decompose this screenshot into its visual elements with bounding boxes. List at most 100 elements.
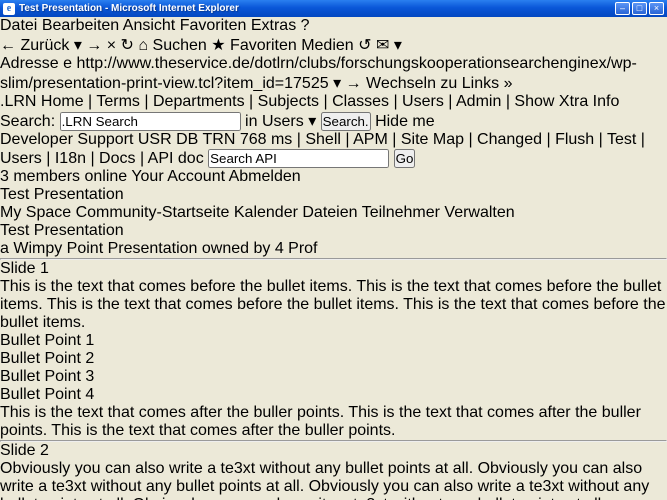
separator: |: [144, 93, 148, 110]
mail-dropdown-icon[interactable]: ▾: [394, 37, 402, 54]
history-button[interactable]: ↺: [358, 37, 371, 54]
scope-value: Users: [262, 113, 304, 130]
bullet-item: Bullet Point 1: [0, 332, 667, 350]
address-field[interactable]: e http://www.theservice.de/dotlrn/clubs/…: [0, 55, 637, 92]
dev-users[interactable]: Users: [0, 150, 42, 167]
menu-help[interactable]: ?: [301, 17, 310, 34]
slide2-title: Slide 2: [0, 442, 667, 460]
search-button[interactable]: Suchen: [153, 37, 212, 54]
logout-link[interactable]: Abmelden: [229, 168, 301, 185]
lrn-navbar: .LRN Home | Terms | Departments | Subjec…: [0, 93, 667, 131]
nav-departments[interactable]: Departments: [153, 93, 245, 110]
members-online: 3 members online: [0, 168, 127, 185]
minimize-button[interactable]: –: [615, 2, 630, 15]
links-menu[interactable]: Links »: [462, 75, 513, 92]
tab-my-space[interactable]: My Space: [0, 204, 71, 221]
separator: |: [468, 131, 472, 148]
back-button[interactable]: ← Zurück ▾: [0, 37, 86, 54]
forward-icon: →: [86, 37, 102, 54]
tab-verwalten[interactable]: Verwalten: [444, 204, 514, 221]
nav-terms[interactable]: Terms: [96, 93, 140, 110]
dev-site-map[interactable]: Site Map: [401, 131, 464, 148]
timing-stat: 768 ms: [240, 131, 292, 148]
owner-link[interactable]: 4 Prof: [275, 240, 318, 257]
bullet-item: Bullet Point 2: [0, 350, 667, 368]
go-label: Wechseln zu: [366, 75, 457, 92]
menu-ansicht[interactable]: Ansicht: [123, 17, 175, 34]
developer-support-label: Developer Support: [0, 131, 133, 148]
bullet-item: Bullet Point 4: [0, 386, 667, 404]
dev-docs[interactable]: Docs: [99, 150, 135, 167]
menu-favoriten[interactable]: Favoriten: [180, 17, 247, 34]
lrn-search-scope-select[interactable]: Users ▾: [262, 113, 321, 130]
dev-changed[interactable]: Changed: [477, 131, 542, 148]
api-go-button[interactable]: Go: [394, 149, 416, 168]
nav-home[interactable]: Home: [41, 93, 84, 110]
hide-me-link[interactable]: Hide me: [375, 113, 435, 130]
address-url[interactable]: http://www.theservice.de/dotlrn/clubs/fo…: [0, 55, 637, 92]
tab-kalender[interactable]: Kalender: [234, 204, 298, 221]
developer-bar: Developer Support USR DB TRN 768 ms | Sh…: [0, 131, 667, 168]
bullet-item: Bullet Point 3: [0, 368, 667, 386]
tab-community-startseite[interactable]: Community-Startseite: [76, 204, 230, 221]
owner-prefix: a Wimpy Point Presentation owned by: [0, 240, 270, 257]
nav-subjects[interactable]: Subjects: [258, 93, 319, 110]
media-button[interactable]: Medien: [301, 37, 358, 54]
separator: |: [323, 93, 327, 110]
dev-shell[interactable]: Shell: [305, 131, 341, 148]
mail-icon: ✉: [376, 37, 389, 54]
dev-api-doc[interactable]: API doc: [148, 150, 204, 167]
title-bar: e Test Presentation - Microsoft Internet…: [0, 0, 667, 17]
tab-teilnehmer[interactable]: Teilnehmer: [362, 204, 440, 221]
separator: |: [140, 150, 144, 167]
separator: |: [506, 93, 510, 110]
slide1-after-text: This is the text that comes after the bu…: [0, 404, 667, 440]
lrn-search-submit[interactable]: Search.: [321, 112, 371, 131]
separator: |: [392, 131, 396, 148]
presentation-panel: Test Presentation a Wimpy Point Presenta…: [0, 222, 667, 500]
separator: |: [297, 131, 301, 148]
address-label: Adresse: [0, 55, 59, 72]
dev-apm[interactable]: APM: [353, 131, 388, 148]
menu-extras[interactable]: Extras: [251, 17, 296, 34]
nav-show-xtra-info[interactable]: Show Xtra Info: [514, 93, 619, 110]
back-icon: ←: [0, 37, 16, 54]
close-button[interactable]: ×: [649, 2, 664, 15]
slide2-text: Obviously you can also write a te3xt wit…: [0, 460, 667, 500]
dev-flush[interactable]: Flush: [555, 131, 594, 148]
your-account-link[interactable]: Your Account: [131, 168, 225, 185]
forward-button[interactable]: →: [86, 37, 106, 54]
address-dropdown-icon[interactable]: ▾: [333, 75, 341, 92]
lrn-search-label: Search:: [0, 113, 55, 130]
dev-test[interactable]: Test: [607, 131, 636, 148]
separator: |: [88, 93, 92, 110]
maximize-button[interactable]: □: [632, 2, 647, 15]
separator: |: [90, 150, 94, 167]
mail-button[interactable]: ✉ ▾: [376, 37, 402, 54]
favorites-button[interactable]: ★ Favoriten: [211, 37, 301, 54]
menu-datei[interactable]: Datei: [0, 17, 37, 34]
presentation-subtitle: Test Presentation: [0, 222, 667, 240]
lrn-logo[interactable]: .LRN: [0, 93, 36, 110]
favorites-star-icon: ★: [211, 37, 225, 54]
address-bar: Adresse e http://www.theservice.de/dotlr…: [0, 55, 667, 93]
separator: |: [641, 131, 645, 148]
refresh-button[interactable]: ↻: [121, 37, 134, 54]
lrn-search-input[interactable]: [60, 112, 241, 131]
api-search-input[interactable]: [208, 149, 389, 168]
separator: |: [393, 93, 397, 110]
dev-i18n[interactable]: I18n: [55, 150, 86, 167]
back-dropdown-icon[interactable]: ▾: [74, 37, 82, 54]
owner-line: a Wimpy Point Presentation owned by 4 Pr…: [0, 240, 667, 258]
page-icon: e: [63, 55, 72, 72]
nav-admin[interactable]: Admin: [456, 93, 501, 110]
scope-dropdown-icon: ▾: [308, 113, 316, 130]
go-button[interactable]: → Wechseln zu: [346, 75, 462, 92]
stop-button[interactable]: ×: [107, 37, 116, 54]
nav-users[interactable]: Users: [402, 93, 444, 110]
menu-bearbeiten[interactable]: Bearbeiten: [42, 17, 119, 34]
tab-dateien[interactable]: Dateien: [302, 204, 357, 221]
nav-classes[interactable]: Classes: [332, 93, 389, 110]
go-arrow-icon: →: [346, 75, 362, 92]
home-button[interactable]: ⌂: [138, 37, 148, 54]
